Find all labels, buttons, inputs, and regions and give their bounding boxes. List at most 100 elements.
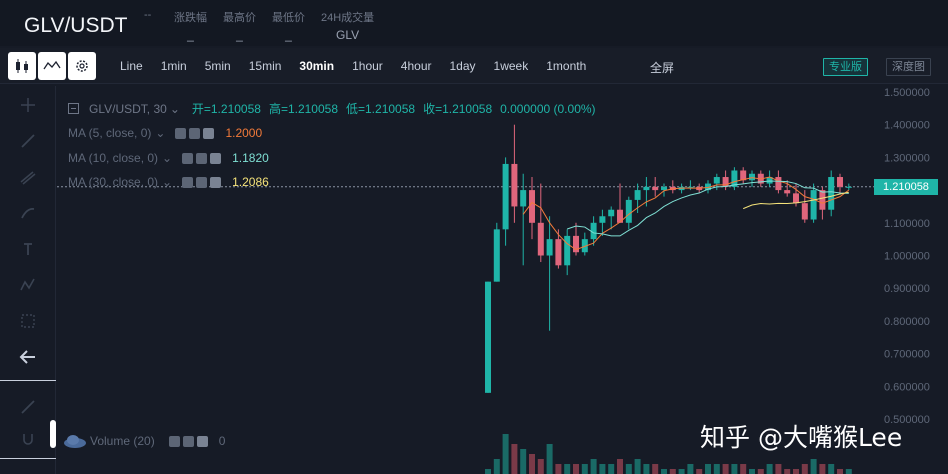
interval-1hour[interactable]: 1hour [352, 59, 383, 73]
eye-icon[interactable] [175, 127, 187, 139]
volume-bar [573, 464, 579, 474]
indicator-ma30[interactable]: MA (30, close, 0) ⌄ 1.2086 [68, 175, 269, 189]
volume-legend[interactable]: Volume (20) 0 [62, 434, 225, 448]
chevron-down-icon[interactable]: ⌄ [162, 175, 172, 189]
volume-bar [643, 464, 650, 474]
stat-high: 最高价 _ [223, 9, 256, 42]
indicator-ma10[interactable]: MA (10, close, 0) ⌄ 1.1820 [68, 151, 269, 165]
pattern-tool[interactable] [16, 274, 40, 296]
stat-volume: 24H成交量 GLV [321, 9, 374, 42]
gear-icon[interactable] [196, 152, 208, 164]
chevron-down-icon[interactable]: ⌄ [170, 102, 180, 116]
candle-body [511, 163, 518, 207]
trendline-tool[interactable] [16, 130, 40, 152]
eye-icon[interactable] [168, 435, 180, 447]
close-icon[interactable] [203, 127, 215, 139]
candle-type-button[interactable] [8, 52, 36, 80]
gear-icon [76, 60, 88, 72]
volume-bar [784, 469, 791, 474]
volume-bar [634, 459, 641, 474]
interval-5min[interactable]: 5min [205, 59, 231, 73]
crosshair-tool[interactable] [16, 94, 40, 116]
candle-body [564, 235, 571, 266]
volume-bar [705, 464, 711, 474]
candle-body [529, 190, 535, 223]
fullscreen-button[interactable]: 全屏 [650, 59, 674, 76]
eraser-tool[interactable] [16, 396, 40, 418]
candle-body [837, 177, 843, 187]
settings-button[interactable] [68, 52, 96, 80]
volume-bar [722, 464, 729, 474]
eye-icon[interactable] [182, 176, 194, 188]
axis-tick-label: 0.900000 [884, 283, 930, 295]
stat-value: _ [236, 28, 243, 42]
cloud-icon [64, 435, 86, 448]
candle-body [784, 190, 791, 194]
volume-bar [493, 459, 500, 474]
gear-icon[interactable] [196, 176, 208, 188]
gear-icon[interactable] [182, 435, 194, 447]
drawing-tools [0, 86, 56, 474]
interval-line[interactable]: Line [120, 59, 143, 73]
interval-15min[interactable]: 15min [249, 59, 282, 73]
interval-1day[interactable]: 1day [450, 59, 476, 73]
trendline-icon [21, 134, 35, 148]
interval-4hour[interactable]: 4hour [401, 59, 432, 73]
header-stats: -- 涨跌幅 _ 最高价 _ 最低价 _ 24H成交量 GLV [144, 9, 390, 42]
stat-value: _ [285, 28, 292, 42]
volume-bar [529, 454, 535, 474]
depth-chart-button[interactable]: 深度图 [886, 58, 931, 76]
scroll-handle[interactable] [50, 420, 56, 448]
stat-low: 最低价 _ [272, 9, 305, 42]
candlestick-chart[interactable]: 1.500000 1.400000 1.300000 1.100000 1.000000… [57, 86, 948, 474]
fib-tool[interactable] [16, 166, 40, 188]
arrow-left-icon [19, 350, 35, 364]
chevron-down-icon[interactable]: ⌄ [162, 151, 172, 165]
collapse-icon[interactable] [68, 103, 79, 114]
watermark: 知乎 @大嘴猴Lee [700, 423, 903, 452]
candle-body [775, 177, 782, 191]
line-type-button[interactable] [38, 52, 66, 80]
magnet-tool[interactable] [16, 428, 40, 450]
volume-bar [520, 449, 527, 474]
indicator-ma5[interactable]: MA (5, close, 0) ⌄ 1.2000 [68, 126, 262, 140]
volume-bar [608, 464, 615, 474]
candle-body [625, 199, 632, 223]
candle-body [634, 190, 641, 200]
tool-divider [0, 380, 56, 381]
pro-view-button[interactable]: 专业版 [823, 58, 868, 76]
brush-tool[interactable] [16, 202, 40, 224]
close-icon[interactable] [196, 435, 208, 447]
magnet-icon [23, 434, 33, 445]
back-tool[interactable] [16, 346, 40, 368]
volume-bar [661, 469, 667, 474]
chevron-down-icon[interactable]: ⌄ [155, 126, 165, 140]
interval-1week[interactable]: 1week [494, 59, 529, 73]
close-icon[interactable] [210, 176, 222, 188]
interval-1min[interactable]: 1min [161, 59, 187, 73]
candle-body [546, 239, 553, 256]
gear-icon[interactable] [189, 127, 201, 139]
text-tool[interactable] [16, 238, 40, 260]
volume-bar [599, 464, 606, 474]
volume-bar [537, 459, 544, 474]
close-icon[interactable] [210, 152, 222, 164]
eye-icon[interactable] [182, 152, 194, 164]
volume-bar [749, 469, 755, 474]
interval-1month[interactable]: 1month [546, 59, 586, 73]
axis-tick-label: 1.300000 [884, 152, 930, 164]
candle-body [485, 281, 491, 393]
volume-bar [793, 469, 799, 474]
crosshair-icon [21, 98, 35, 112]
stat-label: 最高价 [223, 12, 256, 24]
measure-tool[interactable] [16, 310, 40, 332]
pattern-icon [20, 278, 35, 291]
interval-30min[interactable]: 30min [299, 59, 334, 73]
candle-body [599, 216, 606, 223]
volume-bar [696, 469, 703, 474]
fibonacci-icon [20, 171, 36, 185]
volume-bar [485, 469, 491, 474]
indicator-value: 1.2086 [232, 175, 269, 189]
volume-bar [775, 464, 782, 474]
volume-bar [590, 459, 597, 474]
